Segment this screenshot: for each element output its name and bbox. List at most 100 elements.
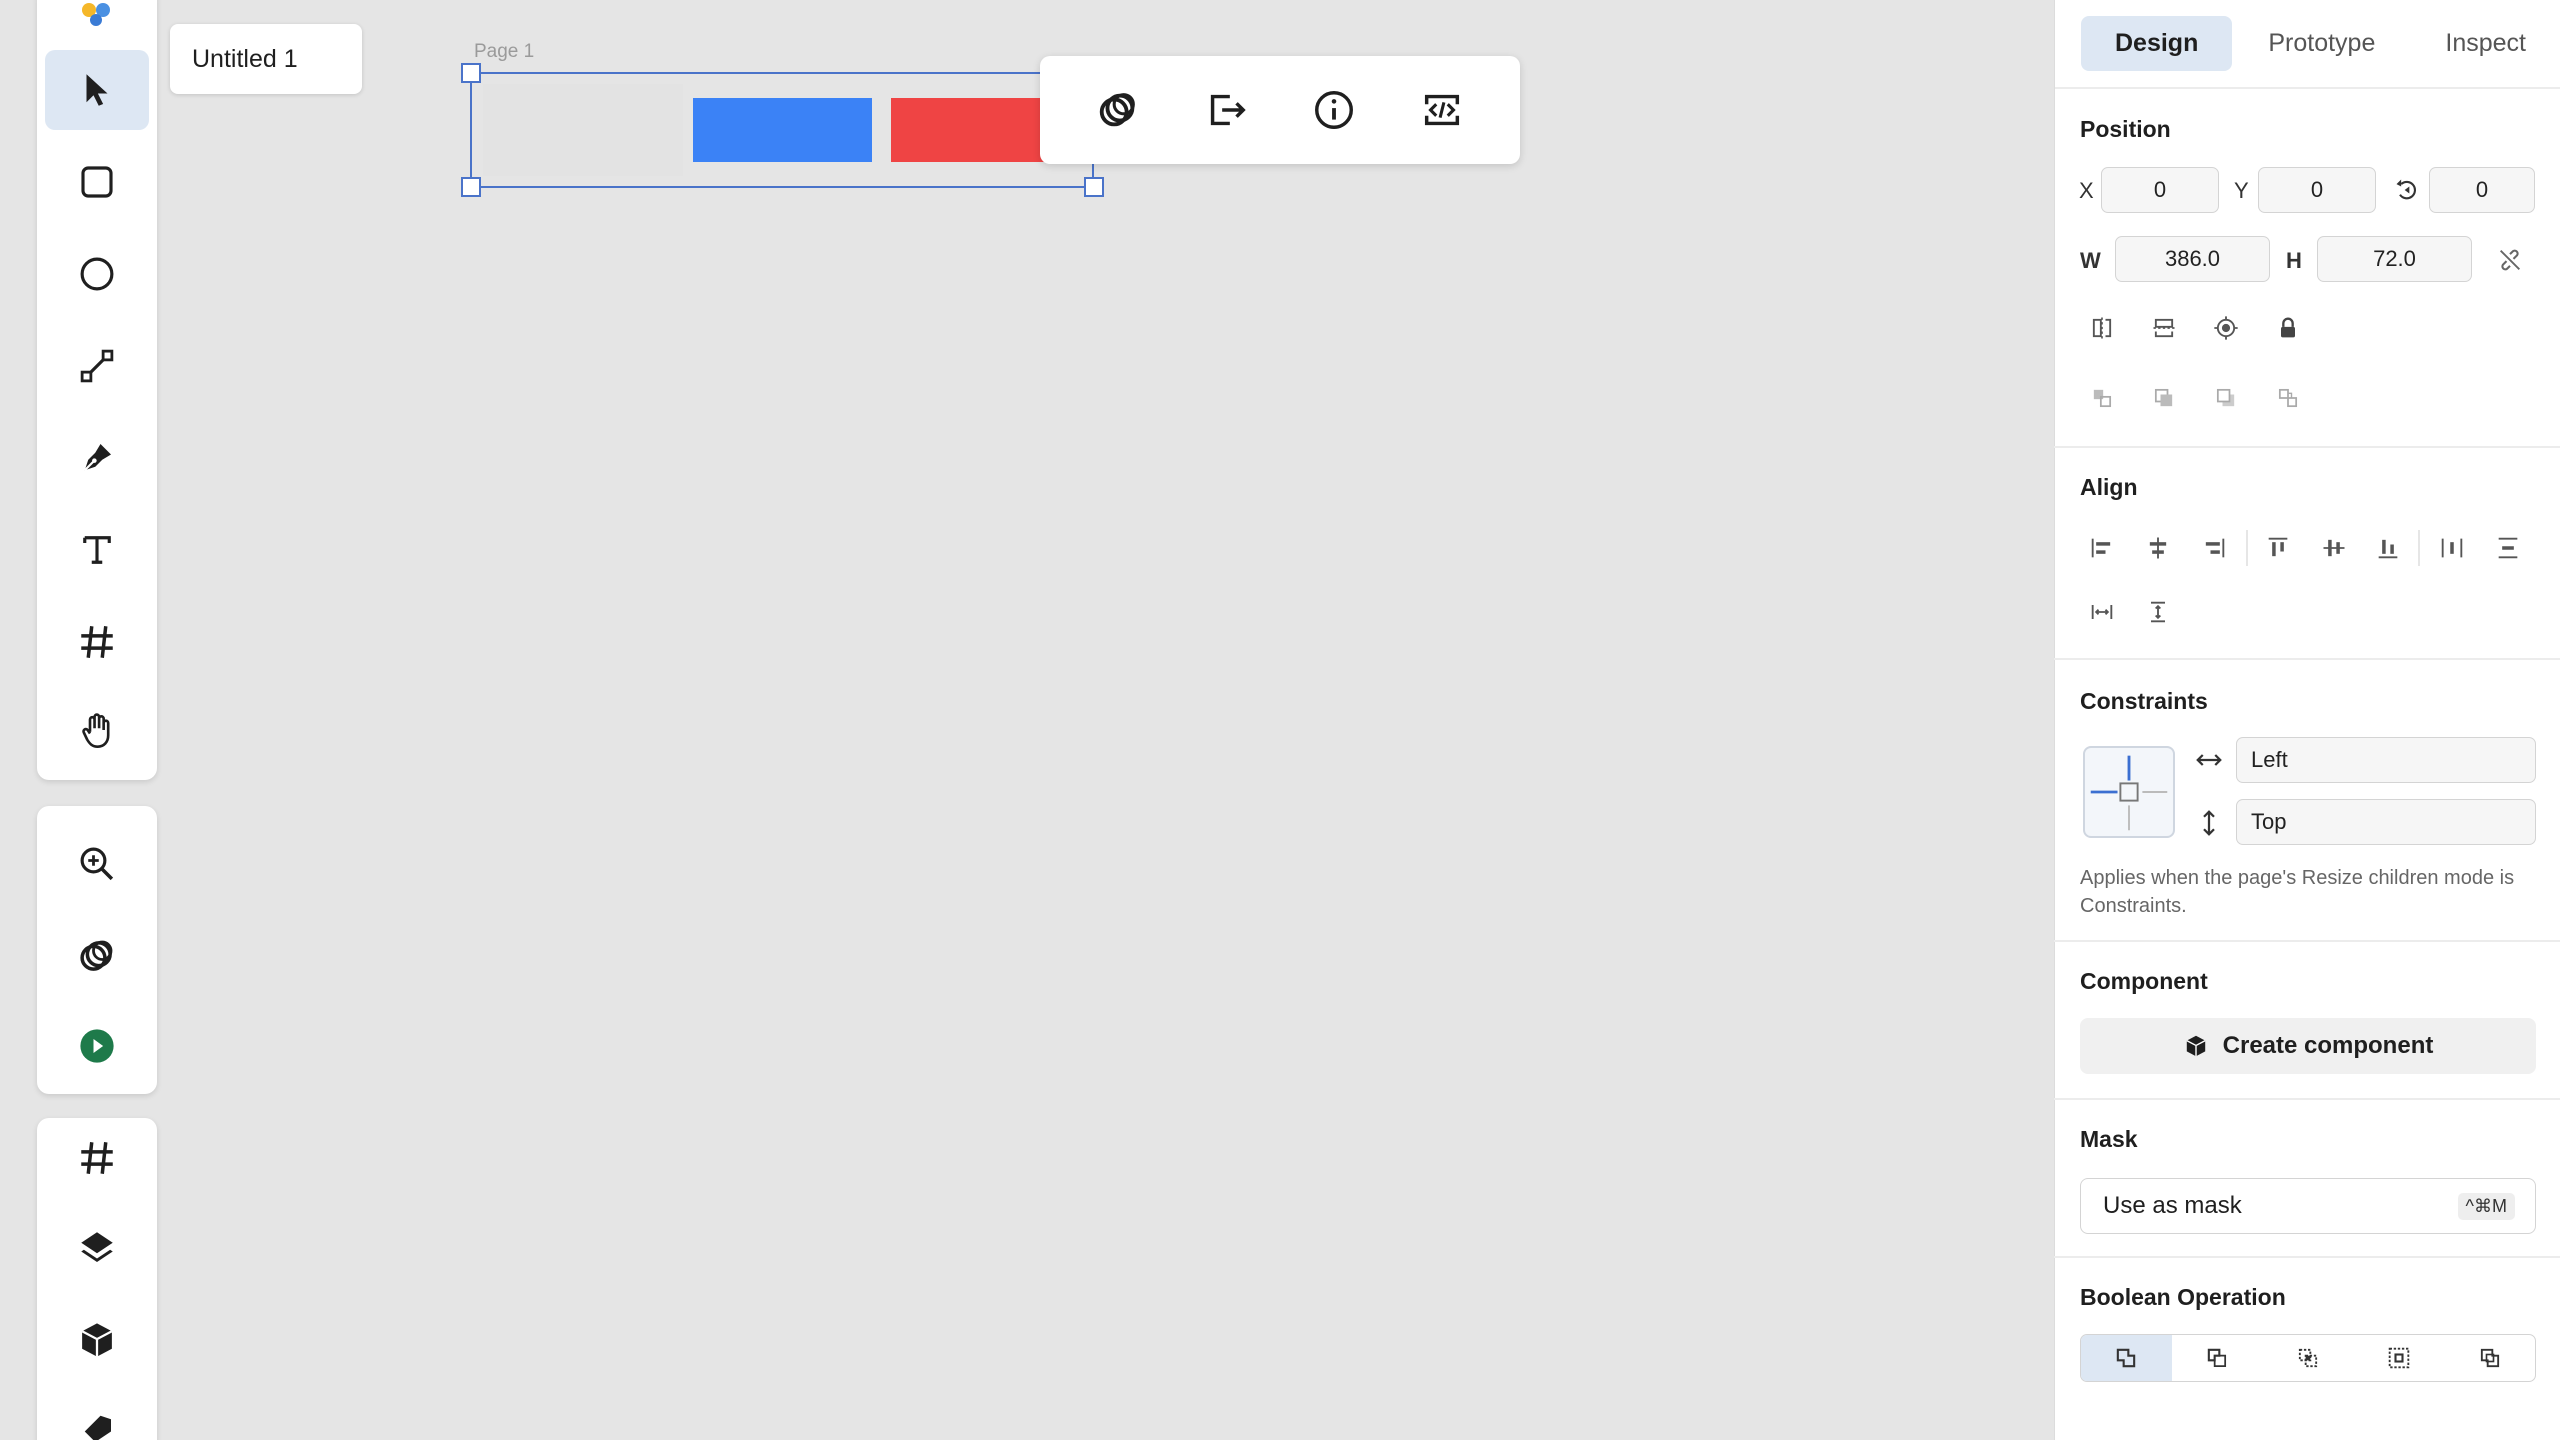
play-icon	[80, 1029, 114, 1063]
layers-icon	[81, 1232, 113, 1262]
file-tab[interactable]: Untitled 1	[170, 24, 362, 94]
boolean-subtract-button[interactable]	[2172, 1335, 2263, 1381]
align-top-icon	[2268, 537, 2288, 557]
align-left-button[interactable]	[2082, 528, 2122, 568]
export-action-button[interactable]	[1191, 75, 1261, 145]
boolean-union-button[interactable]	[2081, 1335, 2172, 1381]
x-input[interactable]: 0	[2101, 167, 2219, 213]
pen-tool-button[interactable]	[45, 418, 149, 498]
zoom-tool-button[interactable]	[45, 824, 149, 904]
bring-forward-button[interactable]	[2082, 378, 2122, 418]
pointer-icon	[86, 74, 108, 106]
constraints-widget[interactable]	[2083, 746, 2175, 838]
union-icon	[2117, 1348, 2136, 1368]
assets-panel-button[interactable]	[45, 1300, 149, 1380]
play-button[interactable]	[45, 1006, 149, 1086]
vertical-arrows-icon	[2194, 808, 2224, 838]
send-to-back-icon	[2278, 388, 2298, 408]
bring-to-front-button[interactable]	[2144, 378, 2184, 418]
align-middle-vertical-icon	[2323, 539, 2345, 557]
file-tab-title: Untitled 1	[192, 44, 298, 73]
vertical-constraint-select[interactable]: Top	[2236, 799, 2536, 845]
boolean-flatten-button[interactable]	[2444, 1335, 2535, 1381]
divider	[2054, 1256, 2560, 1258]
tidy-vertical-button[interactable]	[2138, 592, 2178, 632]
divider	[2055, 87, 2560, 89]
x-label: X	[2079, 178, 2094, 203]
hash-icon	[81, 626, 113, 658]
divider	[2054, 940, 2560, 942]
horizontal-arrows-icon	[2194, 745, 2224, 775]
distribute-horizontal-icon	[2441, 538, 2463, 558]
align-right-button[interactable]	[2194, 528, 2234, 568]
hand-tool-button[interactable]	[45, 690, 149, 770]
distribute-horizontal-button[interactable]	[2432, 528, 2472, 568]
plugins-panel-button[interactable]	[45, 1388, 149, 1440]
frames-panel-button[interactable]	[45, 1118, 149, 1198]
ellipse-tool-button[interactable]	[45, 234, 149, 314]
send-backward-button[interactable]	[2206, 378, 2246, 418]
cube-icon	[81, 1323, 113, 1357]
width-input[interactable]: 386.0	[2115, 236, 2270, 282]
intersect-icon	[2298, 1348, 2318, 1368]
flatten-icon	[2480, 1348, 2499, 1368]
bring-to-front-icon	[2154, 388, 2173, 407]
boolean-exclude-button[interactable]	[2353, 1335, 2444, 1381]
selection-frame[interactable]	[470, 72, 1094, 188]
code-action-button[interactable]	[1407, 75, 1477, 145]
align-top-button[interactable]	[2258, 528, 2298, 568]
tab-inspect[interactable]: Inspect	[2411, 16, 2560, 71]
use-as-mask-button[interactable]: Use as mask ^⌘M	[2080, 1178, 2536, 1234]
visibility-button[interactable]	[2206, 308, 2246, 348]
w-label: W	[2080, 248, 2101, 273]
resize-handle-top-left[interactable]	[461, 63, 481, 83]
zoom-in-icon	[80, 847, 114, 881]
hash-icon	[81, 1142, 113, 1174]
tag-icon	[84, 1415, 111, 1440]
rectangle-tool-button[interactable]	[45, 142, 149, 222]
tab-prototype[interactable]: Prototype	[2234, 16, 2409, 71]
lock-button[interactable]	[2268, 308, 2308, 348]
select-tool-button[interactable]	[45, 50, 149, 130]
align-left-icon	[2091, 538, 2111, 558]
align-center-horizontal-button[interactable]	[2138, 528, 2178, 568]
panel-tabs: Design Prototype Inspect	[2081, 16, 2560, 71]
resize-handle-bottom-right[interactable]	[1084, 177, 1104, 197]
flip-horizontal-button[interactable]	[2082, 308, 2122, 348]
components-tool-button[interactable]	[45, 916, 149, 996]
create-component-button[interactable]: Create component	[2080, 1018, 2536, 1074]
line-tool-button[interactable]	[45, 326, 149, 406]
unlink-icon	[2500, 249, 2520, 271]
layers-panel-button[interactable]	[45, 1208, 149, 1288]
info-icon	[1315, 91, 1353, 129]
tool-panel-panels	[37, 1118, 157, 1440]
flip-horizontal-icon	[2092, 317, 2112, 339]
distribute-vertical-button[interactable]	[2488, 528, 2528, 568]
align-bottom-button[interactable]	[2368, 528, 2408, 568]
constrain-proportions-button[interactable]	[2490, 240, 2530, 280]
app-logo-icon	[77, 0, 117, 28]
flip-vertical-button[interactable]	[2144, 308, 2184, 348]
tidy-horizontal-button[interactable]	[2082, 592, 2122, 632]
horizontal-constraint-select[interactable]: Left	[2236, 737, 2536, 783]
align-separator	[2246, 530, 2248, 566]
align-center-horizontal-icon	[2149, 537, 2167, 559]
rotation-input[interactable]: 0	[2429, 167, 2535, 213]
frame-tool-button[interactable]	[45, 602, 149, 682]
boolean-intersect-button[interactable]	[2263, 1335, 2354, 1381]
rectangle-icon	[81, 166, 113, 198]
send-backward-icon	[2216, 388, 2235, 407]
create-component-action-button[interactable]	[1083, 75, 1153, 145]
y-label: Y	[2234, 178, 2249, 203]
y-input[interactable]: 0	[2258, 167, 2376, 213]
info-action-button[interactable]	[1299, 75, 1369, 145]
flip-vertical-icon	[2153, 318, 2175, 338]
align-section-title: Align	[2080, 474, 2138, 500]
resize-handle-bottom-left[interactable]	[461, 177, 481, 197]
height-input[interactable]: 72.0	[2317, 236, 2472, 282]
constraints-section-title: Constraints	[2080, 688, 2208, 714]
send-to-back-button[interactable]	[2268, 378, 2308, 418]
text-tool-button[interactable]	[45, 510, 149, 590]
tab-design[interactable]: Design	[2081, 16, 2233, 71]
align-middle-vertical-button[interactable]	[2314, 528, 2354, 568]
